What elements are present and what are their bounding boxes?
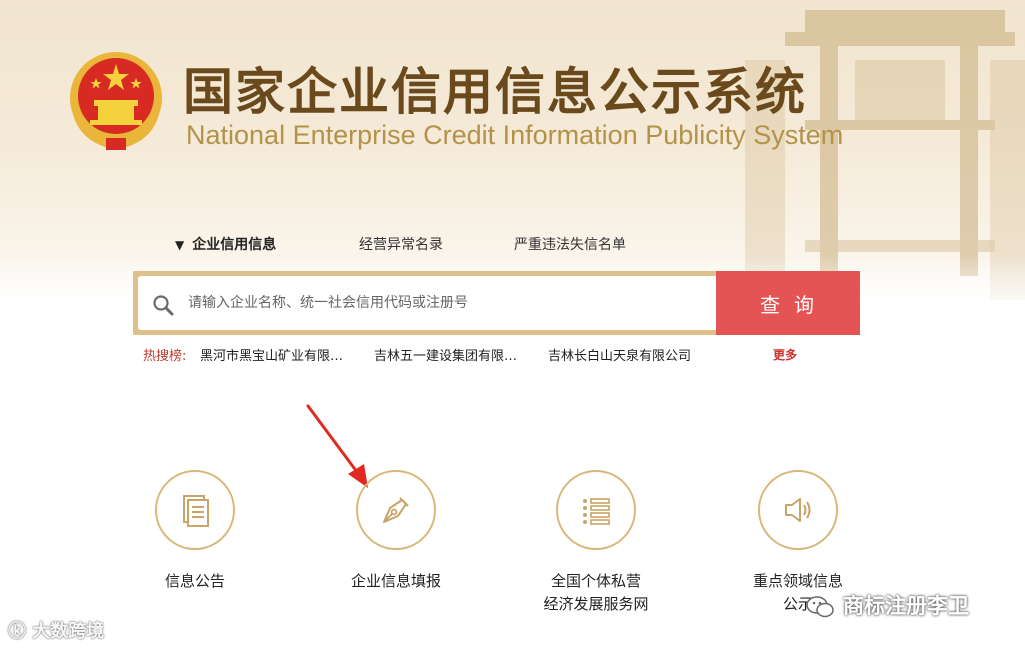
national-emblem-icon — [70, 52, 162, 151]
watermark-left: ⓚ 大数跨境 — [8, 621, 105, 642]
hot-search-item[interactable]: 吉林五一建设集团有限… — [374, 345, 517, 364]
speaker-icon — [785, 498, 811, 522]
list-icon — [583, 498, 610, 525]
feature-label: 信息公告 — [164, 572, 225, 590]
feature-info-announcement[interactable]: 信息公告 — [95, 470, 295, 620]
feature-label: 全国个体私营 经济发展服务网 — [543, 572, 649, 613]
hot-search-item[interactable]: 吉林长白山天泉有限公司 — [548, 345, 691, 364]
tab-serious-violation[interactable]: 严重违法失信名单 — [514, 234, 626, 254]
tab-abnormal-operation[interactable]: 经营异常名录 — [359, 234, 443, 254]
search-icon — [153, 295, 174, 316]
search-input[interactable] — [188, 288, 708, 318]
search-button[interactable]: 查询 — [716, 271, 860, 335]
tab-enterprise-credit[interactable]: ▼ 企业信用信息 — [175, 234, 276, 254]
more-link[interactable]: 更多 — [773, 346, 797, 363]
wechat-icon — [806, 596, 834, 618]
watermark-logo-icon: ⓚ — [8, 621, 26, 642]
page-title: 国家企业信用信息公示系统 — [183, 63, 807, 121]
hot-search-label: 热搜榜: — [143, 349, 187, 364]
triangle-down-icon: ▼ — [175, 238, 185, 252]
pen-nib-icon — [383, 497, 409, 523]
page-subtitle: National Enterprise Credit Information P… — [186, 120, 844, 150]
document-icon — [183, 495, 209, 527]
header-banner: 国家企业信用信息公示系统 National Enterprise Credit … — [0, 0, 1025, 315]
feature-enterprise-report[interactable]: 企业信息填报 — [296, 470, 496, 620]
watermark-right: 商标注册李卫 — [805, 590, 969, 620]
feature-label: 企业信息填报 — [350, 572, 441, 590]
hot-search-item[interactable]: 黑河市黑宝山矿业有限… — [200, 345, 343, 364]
feature-private-economy-service[interactable]: 全国个体私营 经济发展服务网 — [496, 470, 696, 620]
